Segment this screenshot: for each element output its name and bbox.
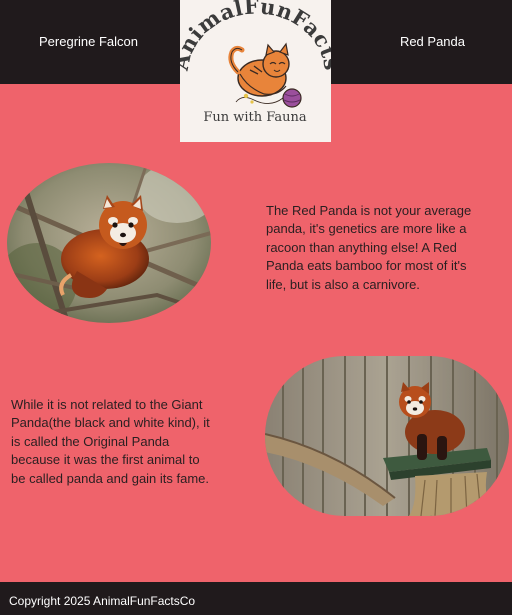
copyright-text: Copyright 2025 AnimalFunFactsCo [9,594,196,608]
red-panda-on-platform-photo [265,356,509,516]
red-panda-in-tree-photo [7,163,211,323]
logo-artwork: AnimalFunFacts Fun with Fauna [180,0,331,125]
section-1-text: The Red Panda is not your average panda,… [266,203,472,292]
site-logo[interactable]: AnimalFunFacts Fun with Fauna [180,0,331,142]
site-footer: Copyright 2025 AnimalFunFactsCo [0,582,512,615]
cat-illustration [228,42,302,108]
logo-tagline: Fun with Fauna [203,110,307,125]
section-2-text: While it is not related to the Giant Pan… [11,397,210,486]
page: Peregrine Falcon Red Panda imalFunFa Fun… [0,0,512,615]
nav-link-peregrine-falcon[interactable]: Peregrine Falcon [39,34,138,50]
nav-link-red-panda[interactable]: Red Panda [400,34,465,50]
